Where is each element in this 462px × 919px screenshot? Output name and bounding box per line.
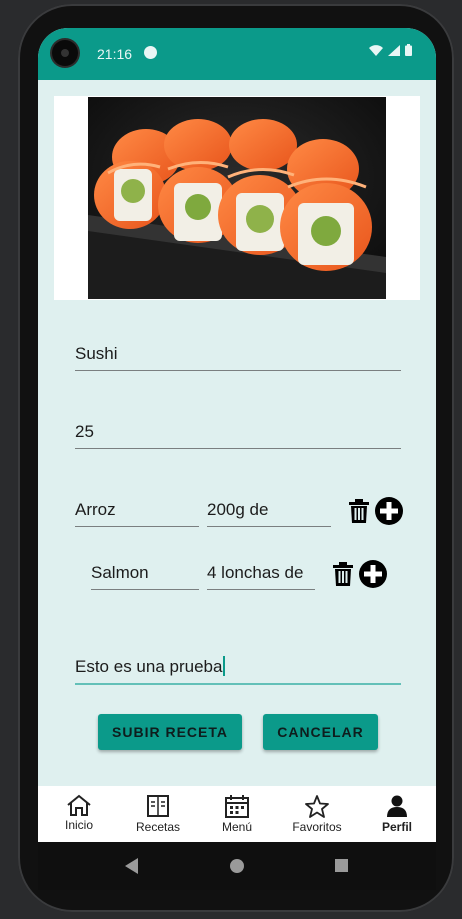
submit-recipe-button[interactable]: SUBIR RECETA: [98, 714, 242, 750]
app-screen: 21:16 Sushi 25 Arroz 200g de Salmon 4 lo…: [38, 28, 436, 842]
calendar-icon: [225, 795, 249, 818]
recipe-name-field[interactable]: Sushi: [75, 336, 401, 371]
back-icon[interactable]: [125, 858, 139, 874]
nav-item-favoritos[interactable]: Favoritos: [286, 786, 348, 842]
sushi-photo: [88, 97, 386, 299]
description-text-wrap: Esto es una prueba: [75, 656, 226, 677]
ingredient-2-quantity-field[interactable]: 4 lonchas de: [207, 555, 315, 590]
nav-item-inicio[interactable]: Inicio: [54, 786, 104, 842]
notification-icon: [144, 46, 157, 59]
nav-label-perfil: Perfil: [381, 820, 412, 834]
cancel-button[interactable]: CANCELAR: [263, 714, 378, 750]
ingredient-1-quantity-field[interactable]: 200g de: [207, 492, 331, 527]
person-icon: [387, 795, 407, 817]
ingredient-1-name: Arroz: [75, 500, 116, 519]
recipe-image-card[interactable]: [54, 96, 420, 300]
ingredient-1-quantity: 200g de: [207, 500, 269, 519]
nav-item-recetas[interactable]: Recetas: [128, 786, 188, 842]
nav-item-menu[interactable]: Menú: [212, 786, 262, 842]
nav-label-menu: Menú: [221, 820, 253, 834]
ingredient-1-name-field[interactable]: Arroz: [75, 492, 199, 527]
delete-ingredient-2-trash-icon[interactable]: [332, 561, 354, 587]
recipe-time-value: 25: [75, 422, 94, 441]
battery-icon: [405, 44, 412, 56]
nav-label-recetas: Recetas: [135, 820, 181, 834]
signal-icon: [388, 44, 400, 56]
recipe-time-field[interactable]: 25: [75, 414, 401, 449]
status-time: 21:16: [97, 46, 133, 62]
home-circle-icon[interactable]: [230, 859, 244, 873]
text-cursor: [223, 656, 226, 676]
star-icon: [305, 795, 329, 818]
delete-ingredient-1-trash-icon[interactable]: [348, 498, 370, 524]
home-icon: [67, 794, 91, 816]
nav-label-inicio: Inicio: [64, 818, 93, 832]
add-ingredient-2-plus-icon[interactable]: [358, 559, 388, 589]
bottom-navigation: Inicio Recetas Menú Favoritos Perfil: [38, 786, 436, 842]
description-field[interactable]: Esto es una prueba: [75, 649, 401, 685]
nav-item-perfil[interactable]: Perfil: [372, 786, 422, 842]
nav-label-favoritos: Favoritos: [292, 820, 342, 834]
ingredient-2-quantity: 4 lonchas de: [207, 563, 304, 582]
system-navigation-bar: [38, 842, 436, 890]
front-camera: [52, 40, 78, 66]
recipe-name-value: Sushi: [75, 344, 118, 363]
ingredient-2-name: Salmon: [91, 563, 149, 582]
description-value: Esto es una prueba: [75, 657, 223, 676]
add-ingredient-1-plus-icon[interactable]: [374, 496, 404, 526]
recents-icon[interactable]: [335, 859, 348, 872]
recipe-book-icon: [147, 795, 169, 817]
wifi-icon: [369, 44, 383, 56]
status-bar: 21:16: [38, 28, 436, 80]
status-icons: [369, 44, 412, 56]
ingredient-2-name-field[interactable]: Salmon: [91, 555, 199, 590]
